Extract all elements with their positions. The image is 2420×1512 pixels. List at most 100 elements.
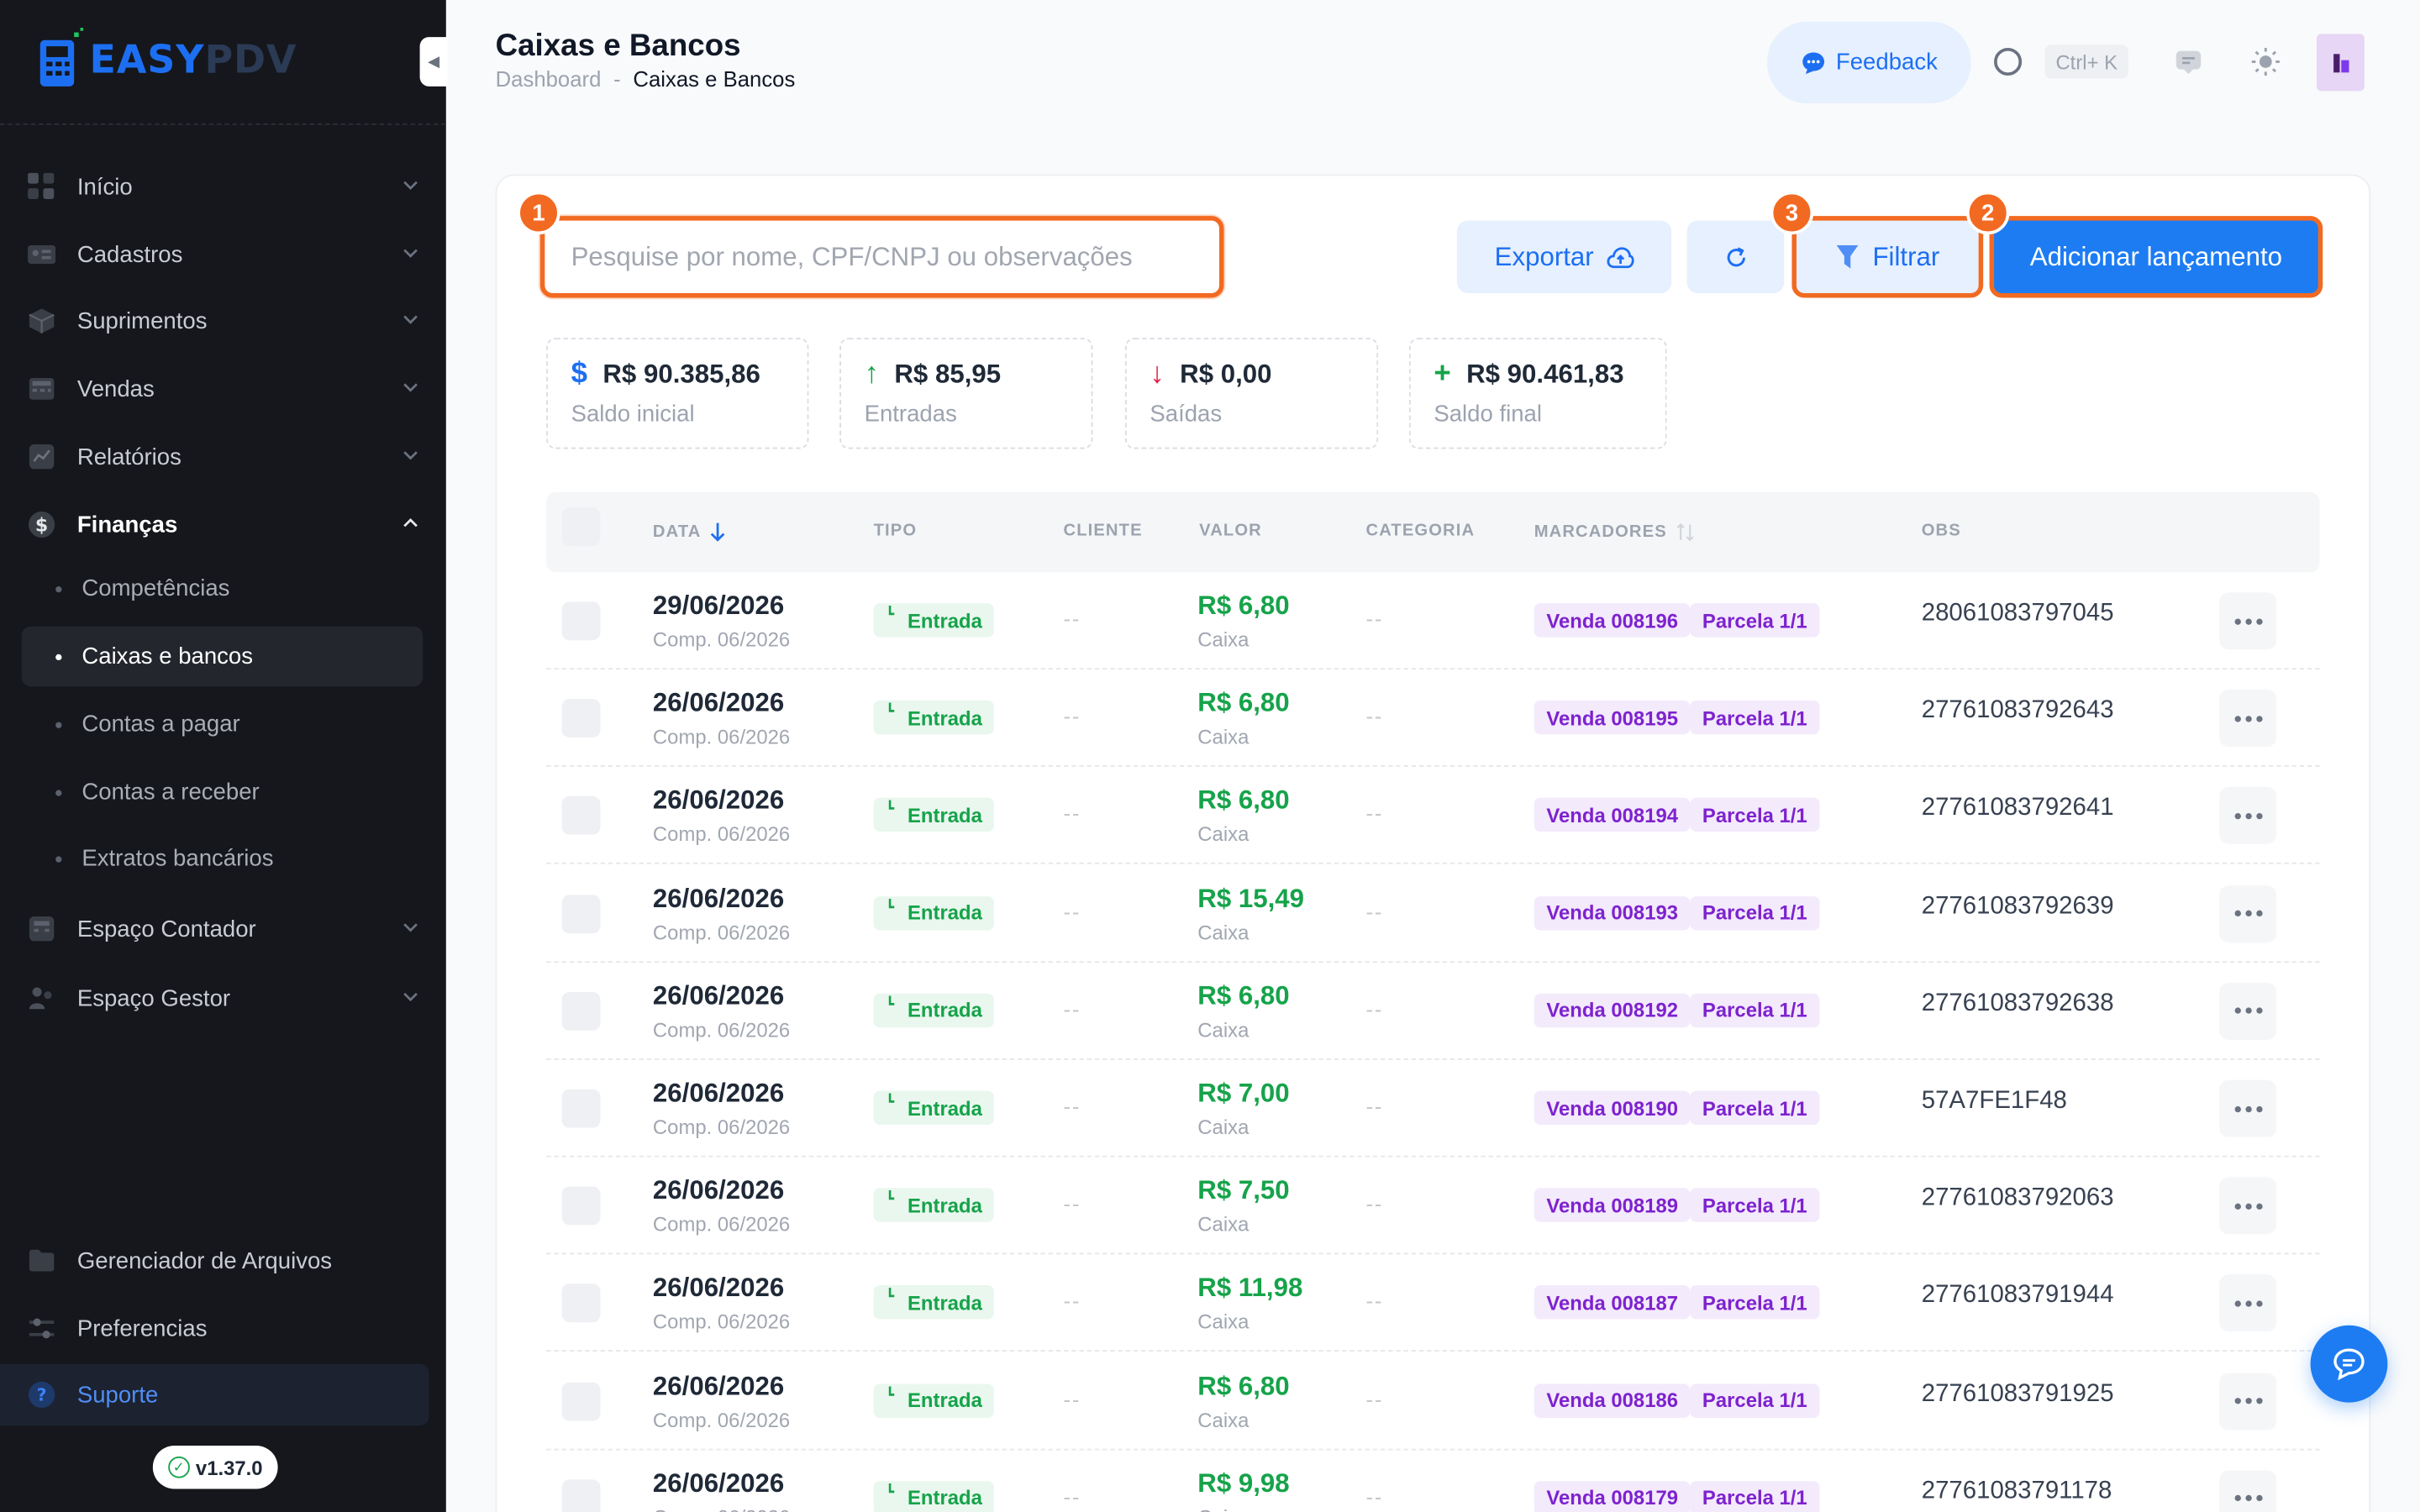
marker-installment-tag[interactable]: Parcela 1/1 — [1690, 1480, 1820, 1512]
marker-installment-tag[interactable]: Parcela 1/1 — [1690, 701, 1820, 735]
add-entry-button[interactable]: Adicionar lançamento — [1989, 216, 2323, 298]
entry-client: -- — [1063, 606, 1081, 632]
row-actions-button[interactable] — [2219, 1372, 2277, 1430]
page-title: Caixas e Bancos — [495, 29, 741, 64]
marker-installment-tag[interactable]: Parcela 1/1 — [1690, 603, 1820, 638]
table-row[interactable]: 26/06/2026 Comp. 06/2026 Entrada -- R$ 11,98… — [546, 1255, 2320, 1352]
column-header-data[interactable]: DATA — [653, 522, 726, 543]
marker-installment-tag[interactable]: Parcela 1/1 — [1690, 993, 1820, 1027]
avatar[interactable] — [2316, 34, 2365, 92]
row-checkbox[interactable] — [561, 1381, 601, 1420]
row-checkbox[interactable] — [561, 1186, 601, 1226]
row-checkbox[interactable] — [561, 699, 601, 738]
sidebar-item-suporte[interactable]: ? Suporte — [0, 1363, 429, 1426]
row-actions-button[interactable] — [2219, 885, 2277, 942]
table-row[interactable]: 26/06/2026 Comp. 06/2026 Entrada -- R$ 15,49… — [546, 865, 2320, 963]
chevron-down-icon — [403, 451, 418, 460]
sidebar-item-preferencias[interactable]: Preferencias — [22, 1298, 426, 1359]
search-field[interactable] — [539, 216, 1224, 298]
column-header-cliente[interactable]: CLIENTE — [1064, 522, 1143, 540]
table-row[interactable]: 26/06/2026 Comp. 06/2026 Entrada -- R$ 7,00 C… — [546, 1060, 2320, 1158]
row-actions-button[interactable] — [2219, 787, 2277, 845]
sidebar-item-cadastros[interactable]: Cadastros — [22, 223, 426, 285]
svg-text:$: $ — [35, 516, 48, 537]
sidebar-subitem-caixas-e-bancos[interactable]: Caixas e bancos — [21, 626, 424, 687]
sidebar-item-espaco-gestor[interactable]: Espaço Gestor — [22, 968, 426, 1029]
entry-type-badge: Entrada — [873, 701, 995, 735]
filter-button[interactable]: Filtrar — [1791, 216, 1984, 298]
sidebar-item-financas[interactable]: $ Finanças — [22, 494, 426, 555]
marker-sale-tag[interactable]: Venda 008179 — [1534, 1480, 1691, 1512]
marker-sale-tag[interactable]: Venda 008186 — [1534, 1383, 1691, 1418]
more-dot — [2255, 617, 2262, 624]
marker-sale-tag[interactable]: Venda 008196 — [1534, 603, 1691, 638]
marker-sale-tag[interactable]: Venda 008190 — [1534, 1090, 1691, 1125]
row-actions-button[interactable] — [2219, 592, 2277, 650]
column-header-marcadores[interactable]: MARCADORES — [1534, 522, 1695, 543]
row-actions-button[interactable] — [2219, 690, 2277, 748]
marker-installment-tag[interactable]: Parcela 1/1 — [1690, 1090, 1820, 1125]
table-row[interactable]: 26/06/2026 Comp. 06/2026 Entrada -- R$ 6,80 C… — [546, 669, 2320, 768]
table-row[interactable]: 29/06/2026 Comp. 06/2026 Entrada -- R$ 6,80 C… — [546, 572, 2320, 670]
row-actions-button[interactable] — [2219, 1079, 2277, 1137]
column-header-tipo[interactable]: TIPO — [874, 522, 918, 540]
sidebar-subitem-contas-a-pagar[interactable]: Contas a pagar — [22, 695, 424, 755]
row-actions-button[interactable] — [2219, 1470, 2277, 1512]
marker-installment-tag[interactable]: Parcela 1/1 — [1690, 798, 1820, 832]
row-checkbox[interactable] — [561, 894, 601, 933]
marker-sale-tag[interactable]: Venda 008192 — [1534, 993, 1691, 1027]
entry-category: -- — [1365, 996, 1384, 1021]
refresh-button[interactable] — [1686, 220, 1785, 293]
collapse-sidebar-button[interactable]: ◀ — [419, 37, 448, 87]
table-row[interactable]: 26/06/2026 Comp. 06/2026 Entrada -- R$ 7,50 C… — [546, 1158, 2320, 1255]
messages-icon[interactable] — [2171, 45, 2205, 78]
row-actions-button[interactable] — [2219, 1177, 2277, 1235]
stat-saldo-inicial: $ R$ 90.385,86 Saldo inicial — [546, 338, 809, 449]
search-icon[interactable] — [1994, 47, 2023, 76]
row-checkbox[interactable] — [561, 1284, 601, 1323]
sidebar-item-relatorios[interactable]: Relatórios — [22, 426, 426, 487]
export-button[interactable]: Exportar — [1456, 220, 1672, 293]
marker-installment-tag[interactable]: Parcela 1/1 — [1690, 1285, 1820, 1320]
table-row[interactable]: 26/06/2026 Comp. 06/2026 Entrada -- R$ 6,80 C… — [546, 1352, 2320, 1450]
sidebar-item-suprimentos[interactable]: Suprimentos — [22, 290, 426, 351]
select-all-checkbox[interactable] — [561, 507, 601, 547]
marker-sale-tag[interactable]: Venda 008187 — [1534, 1285, 1691, 1320]
marker-sale-tag[interactable]: Venda 008193 — [1534, 895, 1691, 930]
search-input[interactable] — [571, 241, 1189, 273]
row-actions-button[interactable] — [2219, 1274, 2277, 1332]
column-header-obs[interactable]: OBS — [1922, 522, 1961, 540]
sidebar-subitem-competencias[interactable]: Competências — [22, 559, 424, 619]
easypdv-logo[interactable]: EASYPDV — [37, 28, 297, 89]
sidebar-subitem-extratos-bancarios[interactable]: Extratos bancários — [22, 828, 424, 889]
row-checkbox[interactable] — [561, 991, 601, 1031]
row-checkbox[interactable] — [561, 1089, 601, 1128]
theme-sun-icon[interactable] — [2249, 45, 2282, 78]
table-row[interactable]: 26/06/2026 Comp. 06/2026 Entrada -- R$ 9,98 C… — [546, 1450, 2319, 1512]
row-checkbox[interactable] — [561, 601, 601, 641]
sidebar-item-inicio[interactable]: Início — [22, 156, 426, 218]
column-header-categoria[interactable]: CATEGORIA — [1366, 522, 1476, 540]
table-row[interactable]: 26/06/2026 Comp. 06/2026 Entrada -- R$ 6,80 C… — [546, 768, 2320, 865]
marker-installment-tag[interactable]: Parcela 1/1 — [1690, 895, 1820, 930]
entry-category: -- — [1365, 1483, 1384, 1509]
sidebar-item-gerenciador-de-arquivos[interactable]: Gerenciador de Arquivos — [22, 1230, 426, 1291]
breadcrumb-dashboard[interactable]: Dashboard — [496, 66, 602, 91]
marker-installment-tag[interactable]: Parcela 1/1 — [1690, 1188, 1820, 1223]
entry-category: -- — [1365, 1191, 1384, 1216]
feedback-button[interactable]: Feedback — [1767, 21, 1971, 104]
marker-sale-tag[interactable]: Venda 008189 — [1534, 1188, 1691, 1223]
row-actions-button[interactable] — [2219, 982, 2277, 1040]
entry-account: Caixa — [1197, 1213, 1249, 1236]
sidebar-subitem-contas-a-receber[interactable]: Contas a receber — [22, 762, 424, 822]
marker-sale-tag[interactable]: Venda 008194 — [1534, 798, 1691, 832]
row-checkbox[interactable] — [561, 1479, 601, 1512]
column-header-valor[interactable]: VALOR — [1199, 522, 1262, 540]
chat-button[interactable] — [2310, 1325, 2388, 1403]
sidebar-item-vendas[interactable]: Vendas — [22, 358, 426, 419]
row-checkbox[interactable] — [561, 796, 601, 836]
marker-installment-tag[interactable]: Parcela 1/1 — [1690, 1383, 1820, 1418]
table-row[interactable]: 26/06/2026 Comp. 06/2026 Entrada -- R$ 6,80 C… — [546, 963, 2320, 1060]
marker-sale-tag[interactable]: Venda 008195 — [1534, 701, 1691, 735]
sidebar-item-espaco-contador[interactable]: Espaço Contador — [22, 898, 426, 959]
